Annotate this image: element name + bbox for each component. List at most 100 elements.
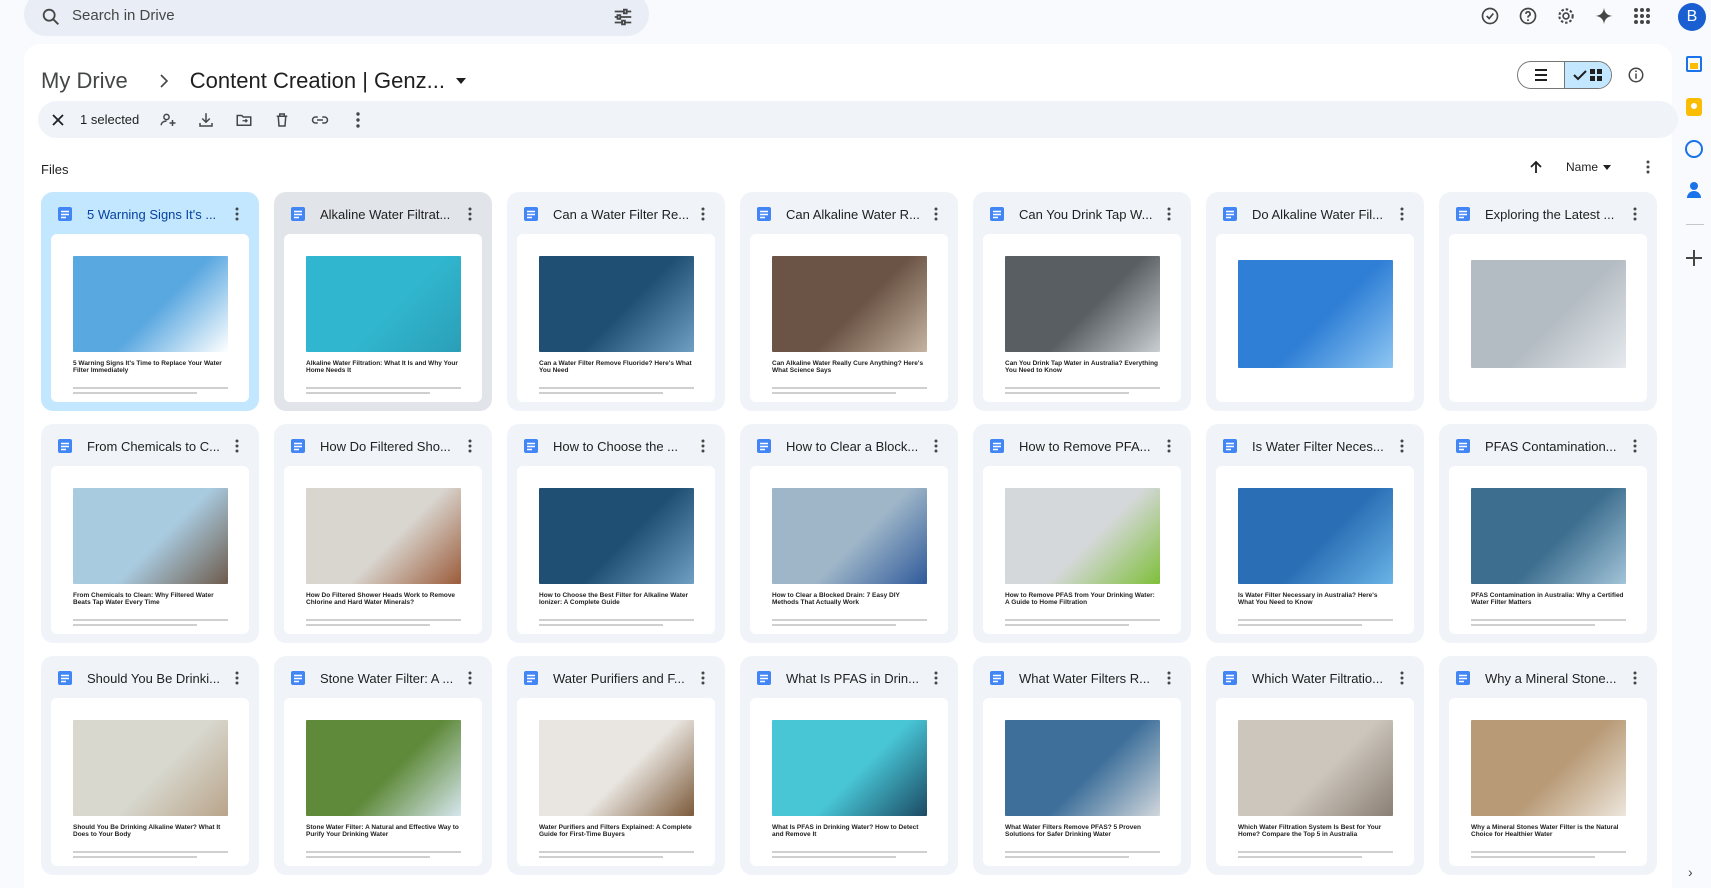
file-thumbnail[interactable]: Should You Be Drinking Alkaline Water? W… — [51, 698, 249, 866]
file-more-actions-button[interactable] — [460, 668, 480, 688]
file-card[interactable]: How to Remove PFA... How to Remove PFAS f… — [973, 424, 1191, 643]
sort-direction-button[interactable] — [1524, 155, 1548, 179]
file-card[interactable]: Can You Drink Tap W... Can You Drink Tap … — [973, 192, 1191, 411]
account-avatar[interactable]: B — [1678, 3, 1706, 31]
file-thumbnail[interactable]: Can a Water Filter Remove Fluoride? Here… — [517, 234, 715, 402]
add-addon-icon[interactable] — [1684, 248, 1704, 268]
file-thumbnail[interactable]: Stone Water Filter: A Natural and Effect… — [284, 698, 482, 866]
file-card[interactable]: What Is PFAS in Drin... What Is PFAS in D… — [740, 656, 958, 875]
file-thumbnail[interactable]: Which Water Filtration System Is Best fo… — [1216, 698, 1414, 866]
file-card[interactable]: How Do Filtered Sho... How Do Filtered Sh… — [274, 424, 492, 643]
list-view-button[interactable] — [1518, 62, 1564, 88]
more-vert-icon — [1167, 671, 1171, 685]
file-thumbnail[interactable]: 5 Warning Signs It's Time to Replace You… — [51, 234, 249, 402]
file-thumbnail[interactable] — [1449, 234, 1647, 402]
search-input[interactable]: Search in Drive — [72, 7, 175, 24]
file-thumbnail[interactable]: What Is PFAS in Drinking Water? How to D… — [750, 698, 948, 866]
file-card[interactable]: Why a Mineral Stone... Why a Mineral Ston… — [1439, 656, 1657, 875]
file-more-actions-button[interactable] — [227, 668, 247, 688]
file-card[interactable]: 5 Warning Signs It's ... 5 Warning Signs … — [41, 192, 259, 411]
file-card[interactable]: Should You Be Drinki... Should You Be Dri… — [41, 656, 259, 875]
details-info-button[interactable] — [1624, 63, 1648, 87]
file-card[interactable]: From Chemicals to C... From Chemicals to … — [41, 424, 259, 643]
file-more-actions-button[interactable] — [1625, 436, 1645, 456]
file-more-actions-button[interactable] — [460, 436, 480, 456]
delete-button[interactable] — [270, 108, 294, 132]
calendar-icon[interactable] — [1686, 56, 1702, 72]
google-docs-icon — [990, 671, 1004, 685]
file-thumbnail[interactable]: How to Choose the Best Filter for Alkali… — [517, 466, 715, 634]
file-thumbnail[interactable]: Can You Drink Tap Water in Australia? Ev… — [983, 234, 1181, 402]
file-more-actions-button[interactable] — [1392, 436, 1412, 456]
search-icon[interactable] — [40, 6, 62, 28]
file-thumbnail[interactable]: From Chemicals to Clean: Why Filtered Wa… — [51, 466, 249, 634]
file-more-actions-button[interactable] — [1159, 436, 1179, 456]
share-button[interactable] — [156, 108, 180, 132]
sort-label: Name — [1566, 160, 1599, 174]
file-more-actions-button[interactable] — [926, 436, 946, 456]
expand-panel-icon[interactable]: › — [1688, 864, 1693, 880]
file-card[interactable]: Do Alkaline Water Fil... — [1206, 192, 1424, 411]
file-more-actions-button[interactable] — [926, 204, 946, 224]
download-button[interactable] — [194, 108, 218, 132]
file-thumbnail[interactable]: How to Clear a Blocked Drain: 7 Easy DIY… — [750, 466, 948, 634]
settings-icon[interactable] — [1554, 4, 1578, 28]
file-thumbnail[interactable] — [1216, 234, 1414, 402]
tasks-icon[interactable] — [1685, 140, 1703, 158]
file-more-actions-button[interactable] — [693, 668, 713, 688]
grid-view-button[interactable] — [1564, 62, 1611, 88]
file-card[interactable]: How to Clear a Block... How to Clear a Bl… — [740, 424, 958, 643]
file-card[interactable]: Stone Water Filter: A ... Stone Water Fil… — [274, 656, 492, 875]
thumbnail-caption: Should You Be Drinking Alkaline Water? W… — [73, 824, 221, 838]
file-more-actions-button[interactable] — [1625, 204, 1645, 224]
file-more-actions-button[interactable] — [1392, 668, 1412, 688]
file-card[interactable]: Exploring the Latest ... — [1439, 192, 1657, 411]
file-more-actions-button[interactable] — [693, 436, 713, 456]
file-card[interactable]: What Water Filters R... What Water Filter… — [973, 656, 1191, 875]
file-card[interactable]: PFAS Contamination... PFAS Contamination … — [1439, 424, 1657, 643]
file-thumbnail[interactable]: Can Alkaline Water Really Cure Anything?… — [750, 234, 948, 402]
help-icon[interactable] — [1516, 4, 1540, 28]
file-more-actions-button[interactable] — [1159, 204, 1179, 224]
file-card[interactable]: Which Water Filtratio... Which Water Filt… — [1206, 656, 1424, 875]
breadcrumb-root[interactable]: My Drive — [41, 68, 128, 94]
more-actions-button[interactable] — [346, 108, 370, 132]
file-card[interactable]: Is Water Filter Neces... Is Water Filter … — [1206, 424, 1424, 643]
file-card[interactable]: Can Alkaline Water R... Can Alkaline Wate… — [740, 192, 958, 411]
search-options-icon[interactable] — [612, 6, 634, 28]
file-more-actions-button[interactable] — [1159, 668, 1179, 688]
file-card[interactable]: Can a Water Filter Re... Can a Water Filt… — [507, 192, 725, 411]
file-thumbnail[interactable]: How to Remove PFAS from Your Drinking Wa… — [983, 466, 1181, 634]
file-more-actions-button[interactable] — [227, 436, 247, 456]
copy-link-button[interactable] — [308, 108, 332, 132]
view-options-button[interactable] — [1638, 157, 1658, 177]
file-thumbnail[interactable]: How Do Filtered Shower Heads Work to Rem… — [284, 466, 482, 634]
gemini-icon[interactable] — [1592, 4, 1616, 28]
breadcrumb-current-folder[interactable]: Content Creation | Genz... — [190, 68, 445, 94]
info-icon — [1628, 67, 1644, 83]
file-thumbnail[interactable]: Why a Mineral Stones Water Filter is the… — [1449, 698, 1647, 866]
file-card[interactable]: Water Purifiers and F... Water Purifiers … — [507, 656, 725, 875]
offline-ready-icon[interactable] — [1478, 4, 1502, 28]
sort-by-button[interactable]: Name — [1566, 160, 1612, 174]
file-thumbnail[interactable]: What Water Filters Remove PFAS? 5 Proven… — [983, 698, 1181, 866]
keep-icon[interactable] — [1686, 98, 1702, 116]
contacts-icon[interactable] — [1686, 182, 1702, 200]
file-more-actions-button[interactable] — [1625, 668, 1645, 688]
file-more-actions-button[interactable] — [460, 204, 480, 224]
apps-icon[interactable] — [1630, 4, 1654, 28]
file-thumbnail[interactable]: Water Purifiers and Filters Explained: A… — [517, 698, 715, 866]
file-thumbnail[interactable]: PFAS Contamination in Australia: Why a C… — [1449, 466, 1647, 634]
search-bar[interactable]: Search in Drive — [24, 0, 649, 36]
folder-menu-caret-icon[interactable] — [455, 75, 467, 87]
file-card[interactable]: How to Choose the ... How to Choose the B… — [507, 424, 725, 643]
file-thumbnail[interactable]: Is Water Filter Necessary in Australia? … — [1216, 466, 1414, 634]
file-more-actions-button[interactable] — [926, 668, 946, 688]
file-card[interactable]: Alkaline Water Filtrat... Alkaline Water … — [274, 192, 492, 411]
file-more-actions-button[interactable] — [1392, 204, 1412, 224]
move-button[interactable] — [232, 108, 256, 132]
file-thumbnail[interactable]: Alkaline Water Filtration: What It Is an… — [284, 234, 482, 402]
file-more-actions-button[interactable] — [227, 204, 247, 224]
file-more-actions-button[interactable] — [693, 204, 713, 224]
clear-selection-button[interactable] — [46, 108, 70, 132]
